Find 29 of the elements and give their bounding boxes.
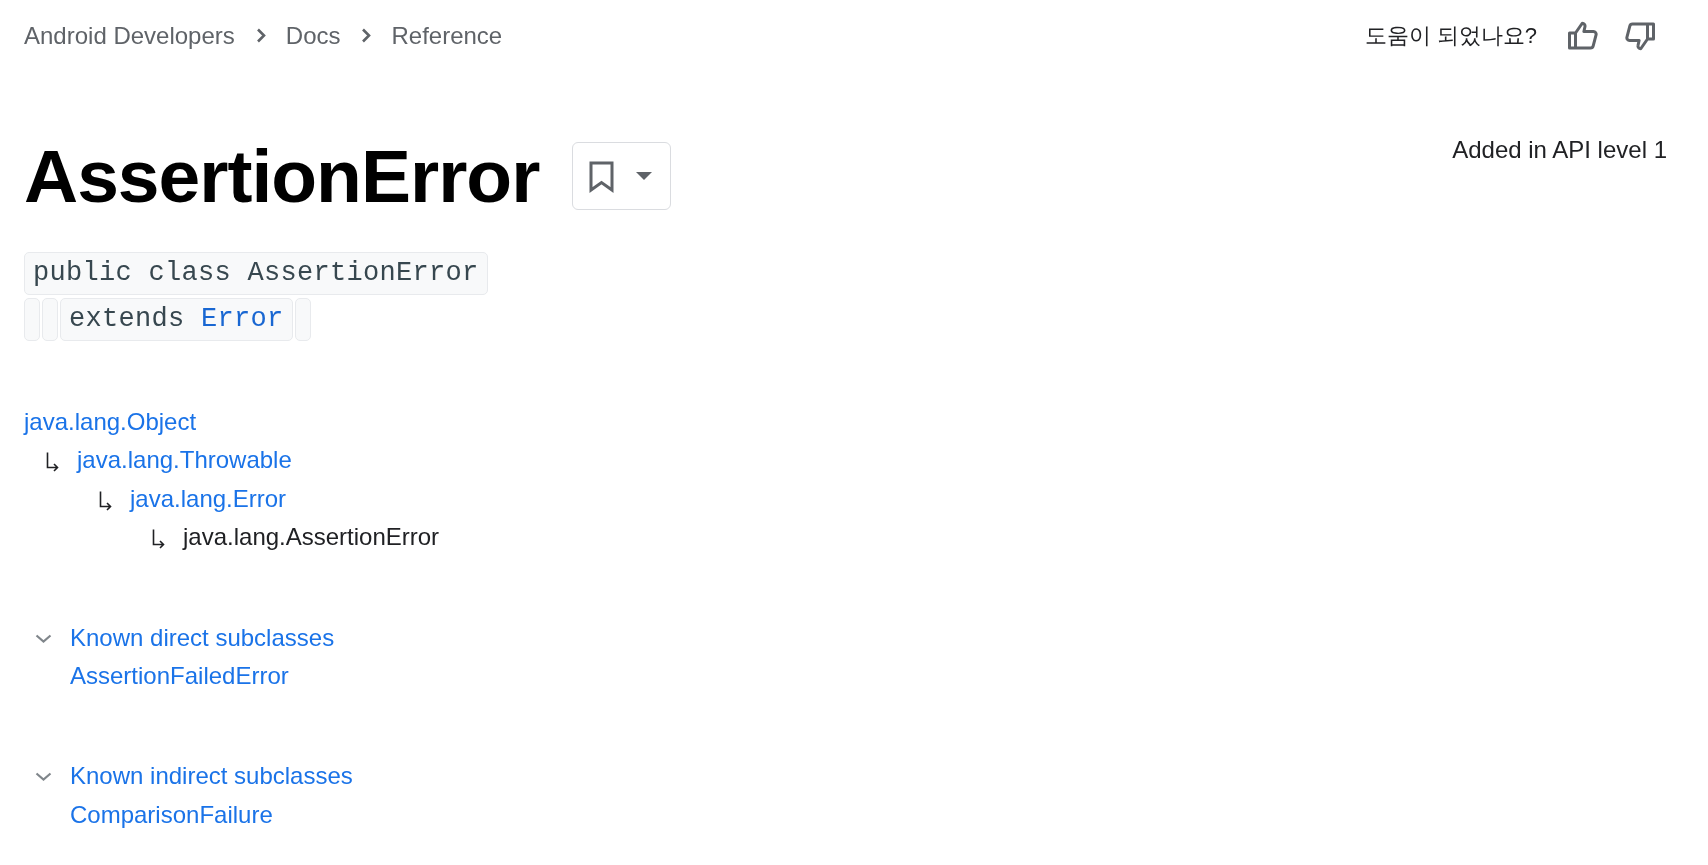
subclass-link[interactable]: AssertionFailedError: [70, 661, 289, 689]
chevron-down-icon[interactable]: [35, 633, 52, 643]
bookmark-button[interactable]: [572, 142, 672, 210]
chevron-down-icon[interactable]: [35, 772, 52, 782]
breadcrumb-link[interactable]: Reference: [391, 16, 503, 56]
subclass-link[interactable]: ComparisonFailure: [70, 800, 273, 828]
thumbs-down-icon[interactable]: [1625, 21, 1655, 51]
subclass-arrow-icon: [152, 529, 165, 550]
feedback-question: 도움이 되었나요?: [1364, 21, 1537, 50]
type-link[interactable]: Error: [201, 304, 284, 334]
class-link[interactable]: java.lang.Object: [24, 408, 197, 435]
code-text: public class AssertionError: [33, 258, 479, 288]
chevron-right-icon: [255, 28, 266, 44]
class-link[interactable]: java.lang.Throwable: [77, 446, 292, 474]
page-title: AssertionError: [24, 133, 540, 220]
subclass-arrow-icon: [46, 452, 59, 473]
code-text: extends: [69, 304, 185, 334]
api-level-text: Added in API level 1: [1452, 135, 1667, 165]
thumbs-up-icon[interactable]: [1568, 21, 1598, 51]
section-toggle[interactable]: Known direct subclasses: [70, 623, 335, 651]
bookmark-icon: [588, 159, 616, 193]
class-name: java.lang.AssertionError: [183, 523, 440, 551]
breadcrumb-link[interactable]: Docs: [285, 16, 341, 56]
caret-icon: [636, 172, 653, 180]
breadcrumb-link[interactable]: Android Developers: [24, 16, 235, 56]
subclass-arrow-icon: [99, 490, 112, 511]
section-toggle[interactable]: Known indirect subclasses: [70, 762, 353, 790]
class-link[interactable]: java.lang.Error: [130, 484, 287, 512]
chevron-right-icon: [361, 28, 372, 44]
